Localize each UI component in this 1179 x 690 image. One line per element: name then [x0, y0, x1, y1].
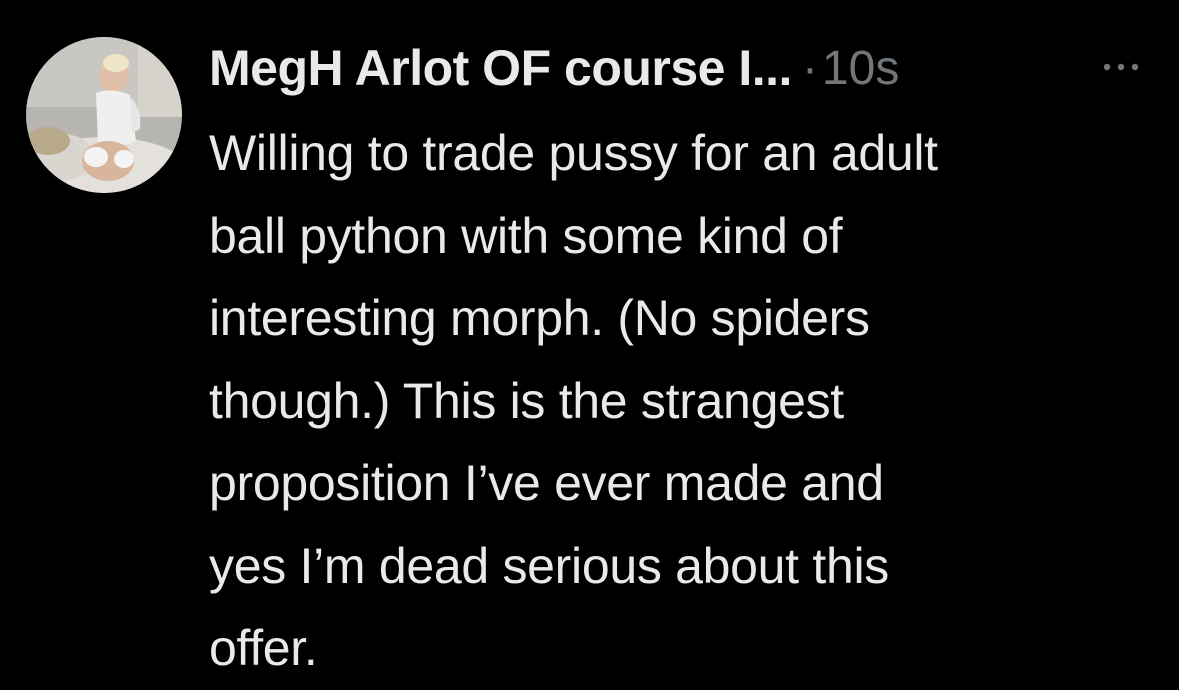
dot-separator: ·	[801, 41, 818, 95]
more-horizontal-icon	[1103, 63, 1139, 71]
avatar[interactable]	[26, 37, 182, 193]
author-display-name[interactable]: MegH Arlot OF course I...	[209, 39, 792, 97]
tweet-timestamp[interactable]: 10s	[822, 41, 899, 96]
tweet-header: MegH Arlot OF course I... · 10s	[209, 36, 1159, 100]
tweet[interactable]: MegH Arlot OF course I... · 10s Willing …	[0, 0, 1179, 689]
tweet-text: Willing to trade pussy for an adult ball…	[209, 125, 938, 676]
more-options-button[interactable]	[1096, 52, 1146, 82]
avatar-photo	[26, 37, 182, 193]
